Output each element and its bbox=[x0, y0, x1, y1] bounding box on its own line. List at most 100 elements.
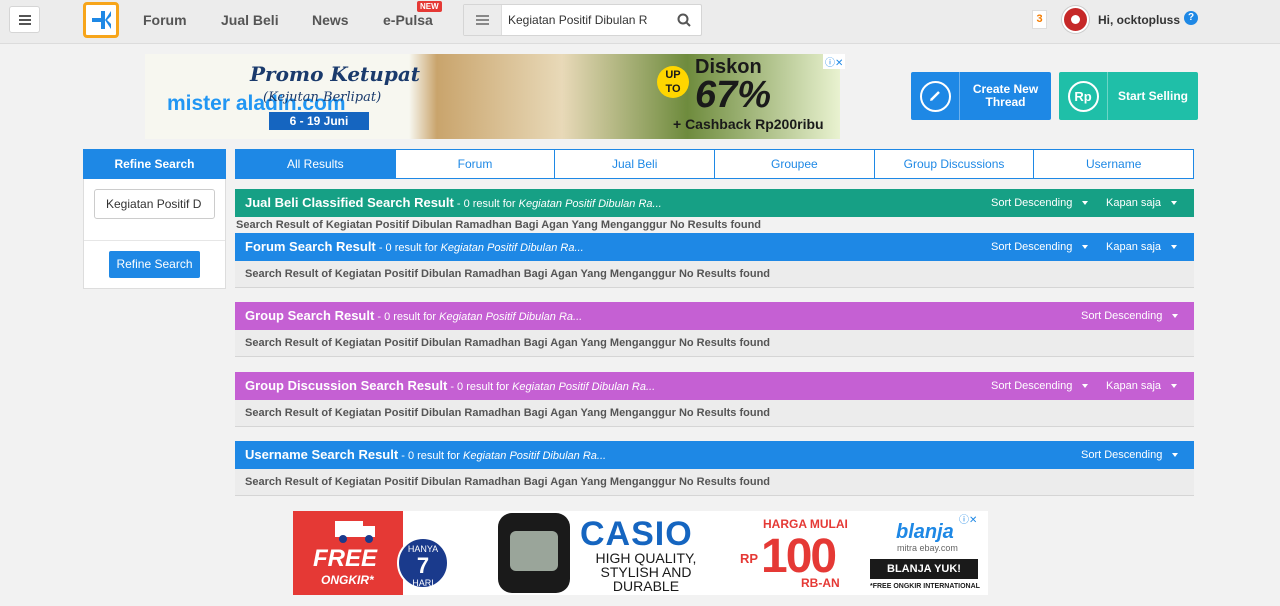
result-title-text: Forum Search Result bbox=[245, 239, 376, 254]
search-input[interactable] bbox=[508, 5, 668, 35]
ad-free-text: FREE bbox=[313, 545, 378, 572]
time-dropdown[interactable]: Kapan saja bbox=[1106, 241, 1178, 253]
result-count: - 0 result for bbox=[447, 381, 513, 393]
refine-search-input[interactable] bbox=[94, 189, 215, 219]
ad-banner-mister-aladin[interactable]: mister aladin.com Promo Ketupat (Kejutan… bbox=[145, 54, 840, 139]
sort-dropdown[interactable]: Sort Descending bbox=[1081, 310, 1179, 322]
time-label: Kapan saja bbox=[1106, 197, 1162, 209]
sort-label: Sort Descending bbox=[1081, 310, 1163, 322]
forum-result-header: Forum Search Result - 0 result for Kegia… bbox=[235, 233, 1194, 261]
nav-jual-beli[interactable]: Jual Beli bbox=[221, 12, 279, 28]
refine-divider bbox=[84, 240, 225, 241]
sort-dropdown[interactable]: Sort Descending bbox=[1081, 449, 1179, 461]
list-icon bbox=[476, 15, 489, 25]
caret-down-icon bbox=[1171, 245, 1178, 250]
result-message: Search Result of Kegiatan Positif Dibula… bbox=[245, 476, 771, 488]
result-title: Forum Search Result - 0 result for Kegia… bbox=[245, 239, 584, 254]
ad-promo-sub: (Kejutan Berlipat) bbox=[263, 90, 382, 105]
tab-jual-beli[interactable]: Jual Beli bbox=[555, 150, 716, 178]
sell-icon-wrap: Rp bbox=[1059, 72, 1108, 120]
caret-down-icon bbox=[1082, 201, 1089, 206]
group-result-header: Group Search Result - 0 result for Kegia… bbox=[235, 302, 1194, 330]
user-avatar[interactable] bbox=[1062, 6, 1089, 33]
result-message: Search Result of Kegiatan Positif Dibula… bbox=[245, 337, 771, 349]
caret-down-icon bbox=[1171, 384, 1178, 389]
username-result-header: Username Search Result - 0 result for Ke… bbox=[235, 441, 1194, 469]
search-icon[interactable] bbox=[677, 13, 691, 30]
group-discussion-result-header: Group Discussion Search Result - 0 resul… bbox=[235, 372, 1194, 400]
user-greeting[interactable]: Hi, ocktopluss bbox=[1098, 13, 1180, 27]
ad-ebay: mitra ebay.com bbox=[897, 543, 958, 553]
refine-search-button[interactable]: Refine Search bbox=[109, 251, 200, 278]
jual-beli-result-body: Search Result of Kegiatan Positif Dibula… bbox=[235, 217, 1194, 233]
sort-label: Sort Descending bbox=[991, 241, 1073, 253]
kaskus-logo[interactable] bbox=[83, 2, 119, 38]
start-selling-button[interactable]: Rp Start Selling bbox=[1059, 72, 1198, 120]
search-bar bbox=[463, 4, 702, 36]
jual-beli-result-header: Jual Beli Classified Search Result - 0 r… bbox=[235, 189, 1194, 217]
help-icon[interactable]: ? bbox=[1184, 11, 1198, 25]
tab-groupee[interactable]: Groupee bbox=[715, 150, 875, 178]
refine-search-header: Refine Search bbox=[83, 149, 226, 179]
sort-dropdown[interactable]: Sort Descending bbox=[991, 380, 1089, 392]
sort-dropdown[interactable]: Sort Descending bbox=[991, 197, 1089, 209]
notification-count[interactable]: 3 bbox=[1032, 10, 1047, 29]
result-term: Kegiatan Positif Dibulan Ra... bbox=[518, 198, 662, 210]
rupiah-icon: Rp bbox=[1067, 80, 1099, 112]
ad-hanya-unit: HARI bbox=[412, 578, 434, 588]
group-discussion-result-body: Search Result of Kegiatan Positif Dibula… bbox=[235, 400, 1194, 427]
create-thread-label: Create New Thread bbox=[960, 72, 1051, 120]
create-new-thread-button[interactable]: Create New Thread bbox=[911, 72, 1051, 120]
result-title: Jual Beli Classified Search Result - 0 r… bbox=[245, 195, 662, 210]
nav-e-pulsa[interactable]: e-Pulsa bbox=[383, 12, 433, 28]
ad-tagline: HIGH QUALITY, STYLISH AND DURABLE WATCHE… bbox=[595, 550, 697, 595]
result-title: Group Discussion Search Result - 0 resul… bbox=[245, 378, 655, 393]
result-message: Search Result of Kegiatan Positif Dibula… bbox=[245, 268, 771, 280]
result-title-text: Group Search Result bbox=[245, 308, 375, 323]
ad-blanja-logo: blanja bbox=[896, 521, 954, 543]
ad-banner-casio[interactable]: FREE ONGKIR* HANYA 7 HARI CASIO HIGH QUALI… bbox=[293, 511, 988, 595]
nav-forum[interactable]: Forum bbox=[143, 12, 187, 28]
time-dropdown[interactable]: Kapan saja bbox=[1106, 380, 1178, 392]
caret-down-icon bbox=[1172, 453, 1179, 458]
result-term: Kegiatan Positif Dibulan Ra... bbox=[439, 311, 583, 323]
tab-forum[interactable]: Forum bbox=[396, 150, 556, 178]
ad-free-ongkir-block: FREE ONGKIR* bbox=[293, 511, 403, 595]
ad-ongkir-text: ONGKIR* bbox=[321, 573, 374, 587]
ad-close-icon[interactable]: ⓘ✕ bbox=[823, 54, 846, 69]
caret-down-icon bbox=[1172, 314, 1179, 319]
start-selling-label: Start Selling bbox=[1117, 88, 1188, 103]
time-label: Kapan saja bbox=[1106, 380, 1162, 392]
truck-icon bbox=[335, 521, 375, 543]
time-dropdown[interactable]: Kapan saja bbox=[1106, 197, 1178, 209]
sort-dropdown[interactable]: Sort Descending bbox=[991, 241, 1089, 253]
result-title-text: Group Discussion Search Result bbox=[245, 378, 448, 393]
caret-down-icon bbox=[1082, 245, 1089, 250]
tab-all-results[interactable]: All Results bbox=[236, 150, 396, 178]
k-logo-icon bbox=[92, 11, 111, 29]
ad-close-icon[interactable]: ⓘ✕ bbox=[959, 511, 977, 526]
group-result-body: Search Result of Kegiatan Positif Dibula… bbox=[235, 330, 1194, 357]
result-title: Username Search Result - 0 result for Ke… bbox=[245, 447, 606, 462]
nav-news[interactable]: News bbox=[312, 12, 349, 28]
ad-free-ongkir-intl: *FREE ONGKIR INTERNATIONAL bbox=[870, 583, 980, 590]
hamburger-menu-button[interactable] bbox=[9, 6, 40, 33]
sort-label: Sort Descending bbox=[991, 197, 1073, 209]
result-count: - 0 result for bbox=[398, 450, 463, 462]
sort-label: Sort Descending bbox=[1081, 449, 1163, 461]
result-term: Kegiatan Positif Dibulan Ra... bbox=[440, 242, 584, 254]
tab-group-discussions[interactable]: Group Discussions bbox=[875, 150, 1035, 178]
result-term: Kegiatan Positif Dibulan Ra... bbox=[512, 381, 656, 393]
ad-percent: 67% bbox=[695, 74, 772, 116]
watch-face bbox=[510, 531, 558, 571]
username-result-body: Search Result of Kegiatan Positif Dibula… bbox=[235, 469, 1194, 496]
create-icon-wrap bbox=[911, 72, 960, 120]
search-category-button[interactable] bbox=[464, 5, 502, 35]
result-title: Group Search Result - 0 result for Kegia… bbox=[245, 308, 582, 323]
ad-promo-title: Promo Ketupat bbox=[250, 62, 421, 86]
result-count: - 0 result for bbox=[375, 242, 441, 254]
refine-search-panel: Refine Search bbox=[83, 179, 226, 289]
tab-username[interactable]: Username bbox=[1034, 150, 1193, 178]
time-label: Kapan saja bbox=[1106, 241, 1162, 253]
result-tabs: All Results Forum Jual Beli Groupee Grou… bbox=[235, 149, 1194, 179]
